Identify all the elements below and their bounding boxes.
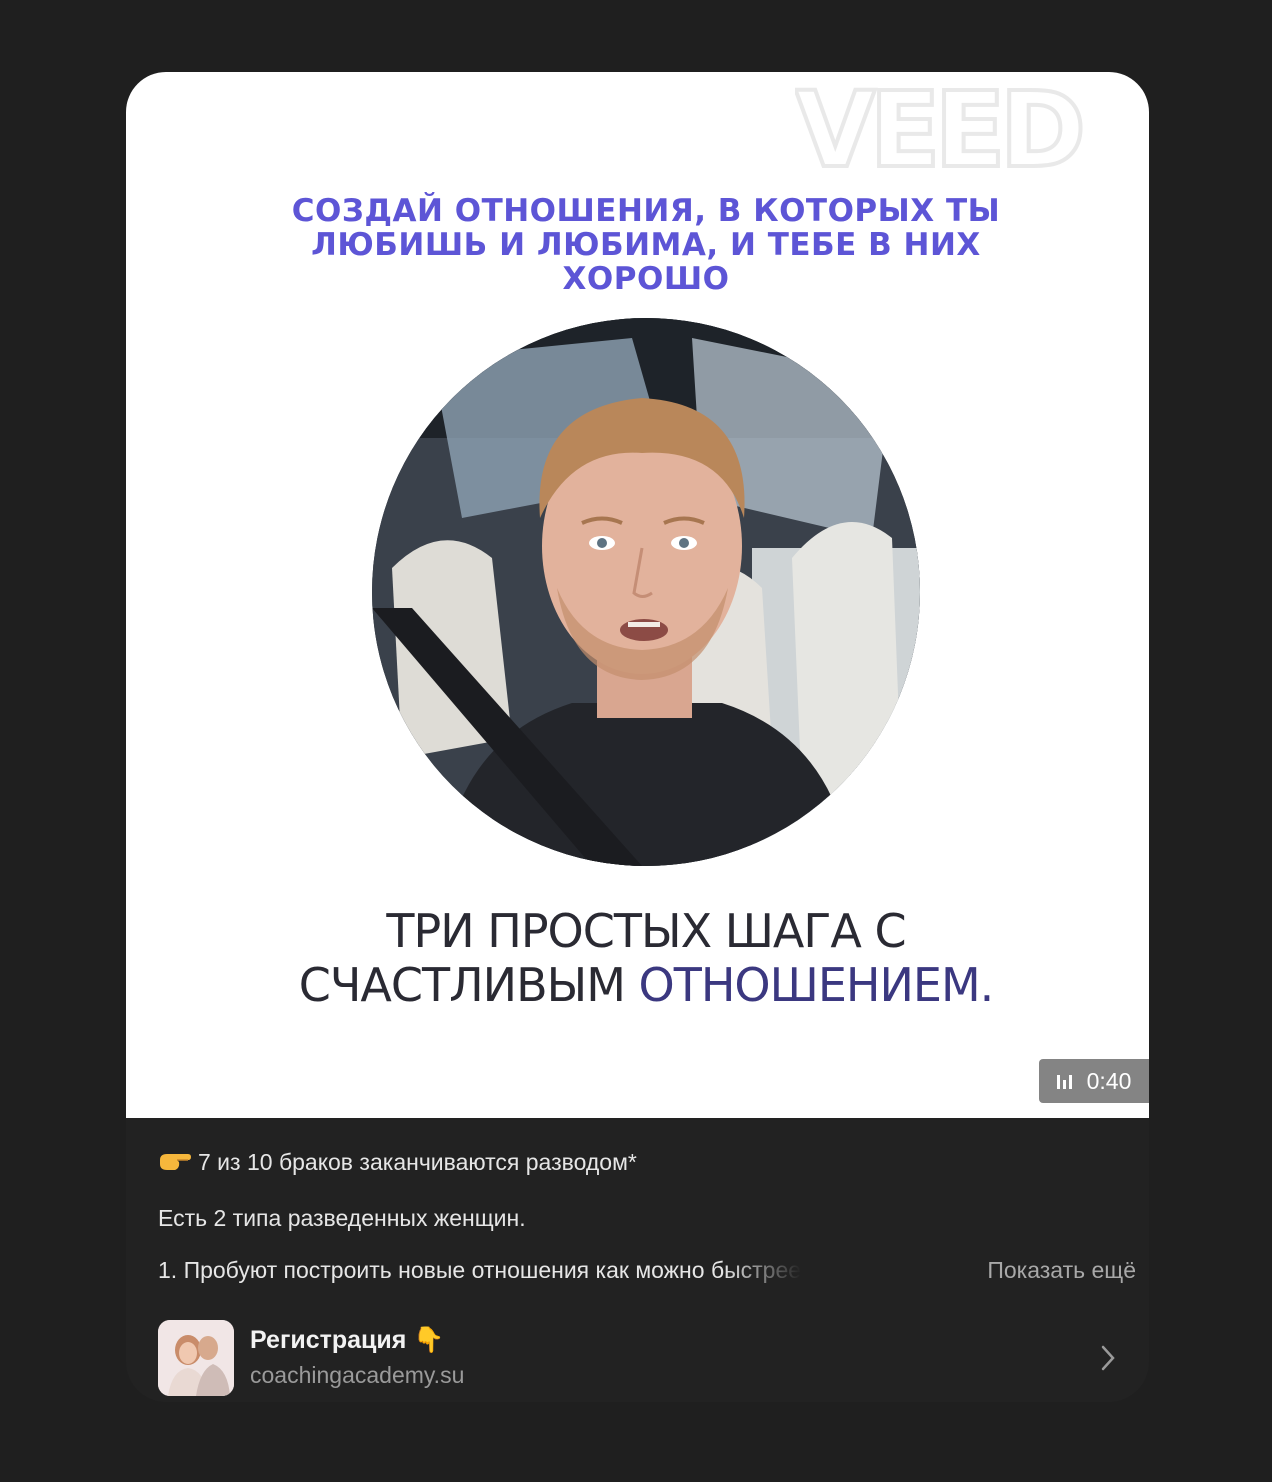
link-thumbnail	[158, 1320, 234, 1396]
show-more-link[interactable]: Показать ещё	[981, 1254, 1136, 1286]
duration-text: 0:40	[1086, 1067, 1132, 1094]
speaker-video-frame	[372, 318, 920, 866]
speaker-illustration	[372, 318, 920, 866]
chevron-right-icon	[1101, 1345, 1115, 1371]
link-title: Регистрация 👇	[250, 1326, 445, 1354]
video-player[interactable]: VEED СОЗДАЙ ОТНОШЕНИЯ, В КОТОРЫХ ТЫ ЛЮБИ…	[126, 72, 1149, 1118]
post-card: VEED СОЗДАЙ ОТНОШЕНИЯ, В КОТОРЫХ ТЫ ЛЮБИ…	[126, 72, 1149, 1402]
post-line-3: 1. Пробуют построить новые отношения как…	[158, 1254, 1148, 1286]
duration-badge: 0:40	[1039, 1059, 1149, 1103]
caption-accent-text: ОТНОШЕНИЕМ.	[638, 958, 995, 1012]
svg-text:VEED: VEED	[795, 74, 1081, 184]
video-caption: ТРИ ПРОСТЫХ ШАГА С СЧАСТЛИВЫМ ОТНОШЕНИЕМ…	[236, 904, 1056, 1012]
post-line-1-text: 7 из 10 браков заканчиваются разводом*	[198, 1149, 637, 1175]
video-headline: СОЗДАЙ ОТНОШЕНИЯ, В КОТОРЫХ ТЫ ЛЮБИШЬ И …	[291, 193, 1001, 297]
pointing-hand-icon	[158, 1148, 192, 1174]
post-line-1: 7 из 10 браков заканчиваются разводом*	[158, 1146, 637, 1178]
veed-watermark-logo: VEED	[795, 74, 1089, 184]
post-line-3-text: 1. Пробуют построить новые отношения как…	[158, 1257, 802, 1283]
link-url: coachingacademy.su	[250, 1362, 465, 1388]
sound-bars-icon	[1056, 1073, 1075, 1089]
registration-link[interactable]: Регистрация 👇 coachingacademy.su	[158, 1320, 1118, 1396]
post-line-2: Есть 2 типа разведенных женщин.	[158, 1205, 526, 1231]
